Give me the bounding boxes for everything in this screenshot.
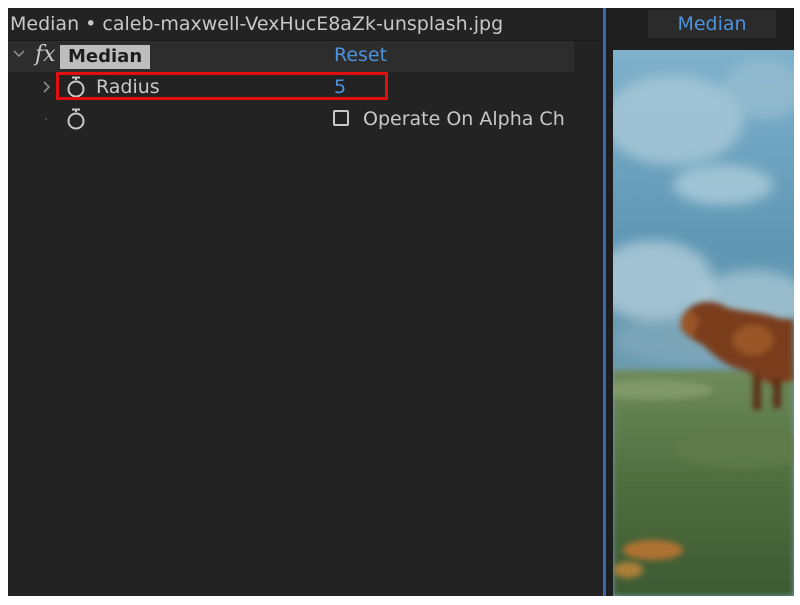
fx-toggle-icon[interactable]: fx xyxy=(35,42,56,67)
composition-panel: Median xyxy=(606,8,794,596)
reset-button[interactable]: Reset xyxy=(334,44,387,66)
app-window: Median • caleb-maxwell-VexHucE8aZk-unspl… xyxy=(8,8,794,596)
effect-controls-panel: Median • caleb-maxwell-VexHucE8aZk-unspl… xyxy=(8,8,603,596)
composition-viewer xyxy=(613,50,794,596)
blurred-horse-image xyxy=(613,50,794,596)
panel-title: Median • caleb-maxwell-VexHucE8aZk-unspl… xyxy=(10,13,504,35)
operate-alpha-checkbox[interactable] xyxy=(333,110,349,126)
bullet-icon: · xyxy=(44,112,49,128)
effect-name[interactable]: Median xyxy=(60,45,151,69)
composition-tab[interactable]: Median xyxy=(648,10,776,38)
highlight-box xyxy=(56,72,388,100)
effect-header-row[interactable]: fx Median Reset xyxy=(8,41,574,72)
operate-alpha-label: Operate On Alpha Ch xyxy=(363,108,565,130)
chevron-right-icon[interactable] xyxy=(41,80,53,98)
stopwatch-icon[interactable] xyxy=(67,108,85,130)
chevron-down-icon[interactable] xyxy=(12,47,26,65)
